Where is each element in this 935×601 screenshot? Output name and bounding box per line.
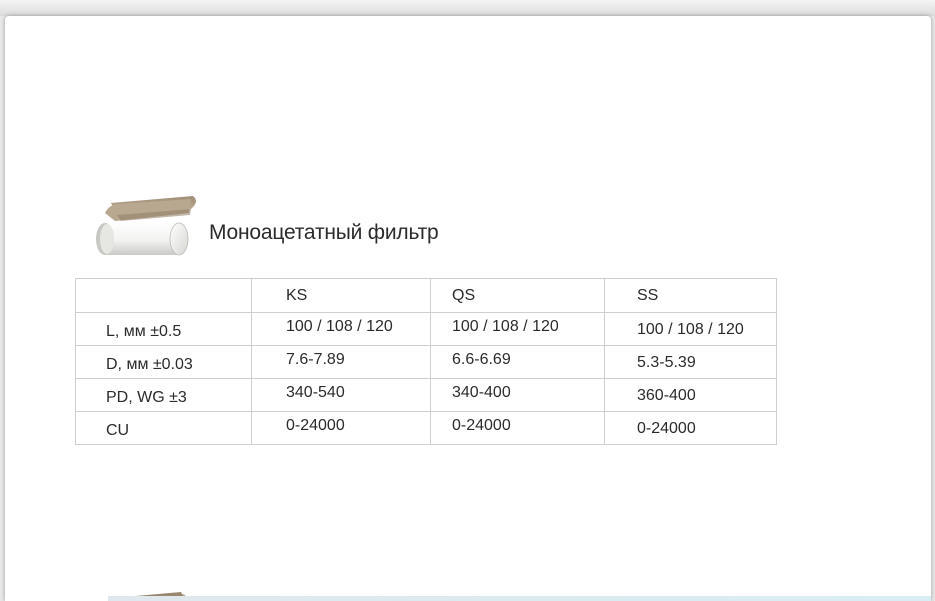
cell-ss: 360-400 <box>604 378 777 412</box>
content-panel: Моноацетатный фильтр KS QS SS L, мм ±0.5… <box>5 16 931 601</box>
row-label: D, мм ±0.03 <box>75 345 252 379</box>
table-row: CU 0-24000 0-24000 0-24000 <box>75 411 777 445</box>
cell-ss: 0-24000 <box>604 411 777 445</box>
spec-table: KS QS SS L, мм ±0.5 100 / 108 / 120 100 … <box>75 278 777 445</box>
table-row: L, мм ±0.5 100 / 108 / 120 100 / 108 / 1… <box>75 312 777 346</box>
cell-qs: 6.6-6.69 <box>430 345 605 379</box>
filter-rod-icon <box>96 196 196 256</box>
header-cell-ss: SS <box>604 278 777 313</box>
product-header: Моноацетатный фильтр <box>87 188 439 268</box>
header-cell-empty <box>75 278 252 313</box>
cell-qs: 340-400 <box>430 378 605 412</box>
product-title: Моноацетатный фильтр <box>209 221 439 244</box>
header-cell-ks: KS <box>251 278 431 313</box>
cell-ss: 100 / 108 / 120 <box>604 312 777 346</box>
row-label: PD, WG ±3 <box>75 378 252 412</box>
cell-qs: 100 / 108 / 120 <box>430 312 605 346</box>
header-cell-qs: QS <box>430 278 605 313</box>
row-label: L, мм ±0.5 <box>75 312 252 346</box>
table-header-row: KS QS SS <box>75 278 777 313</box>
cell-ks: 340-540 <box>251 378 431 412</box>
table-row: D, мм ±0.03 7.6-7.89 6.6-6.69 5.3-5.39 <box>75 345 777 379</box>
cell-ks: 7.6-7.89 <box>251 345 431 379</box>
cell-ks: 100 / 108 / 120 <box>251 312 431 346</box>
row-label: CU <box>75 411 252 445</box>
bottom-scroll-bar <box>108 596 931 601</box>
cell-qs: 0-24000 <box>430 411 605 445</box>
cell-ks: 0-24000 <box>251 411 431 445</box>
table-row: PD, WG ±3 340-540 340-400 360-400 <box>75 378 777 412</box>
top-strip <box>0 0 935 16</box>
cell-ss: 5.3-5.39 <box>604 345 777 379</box>
